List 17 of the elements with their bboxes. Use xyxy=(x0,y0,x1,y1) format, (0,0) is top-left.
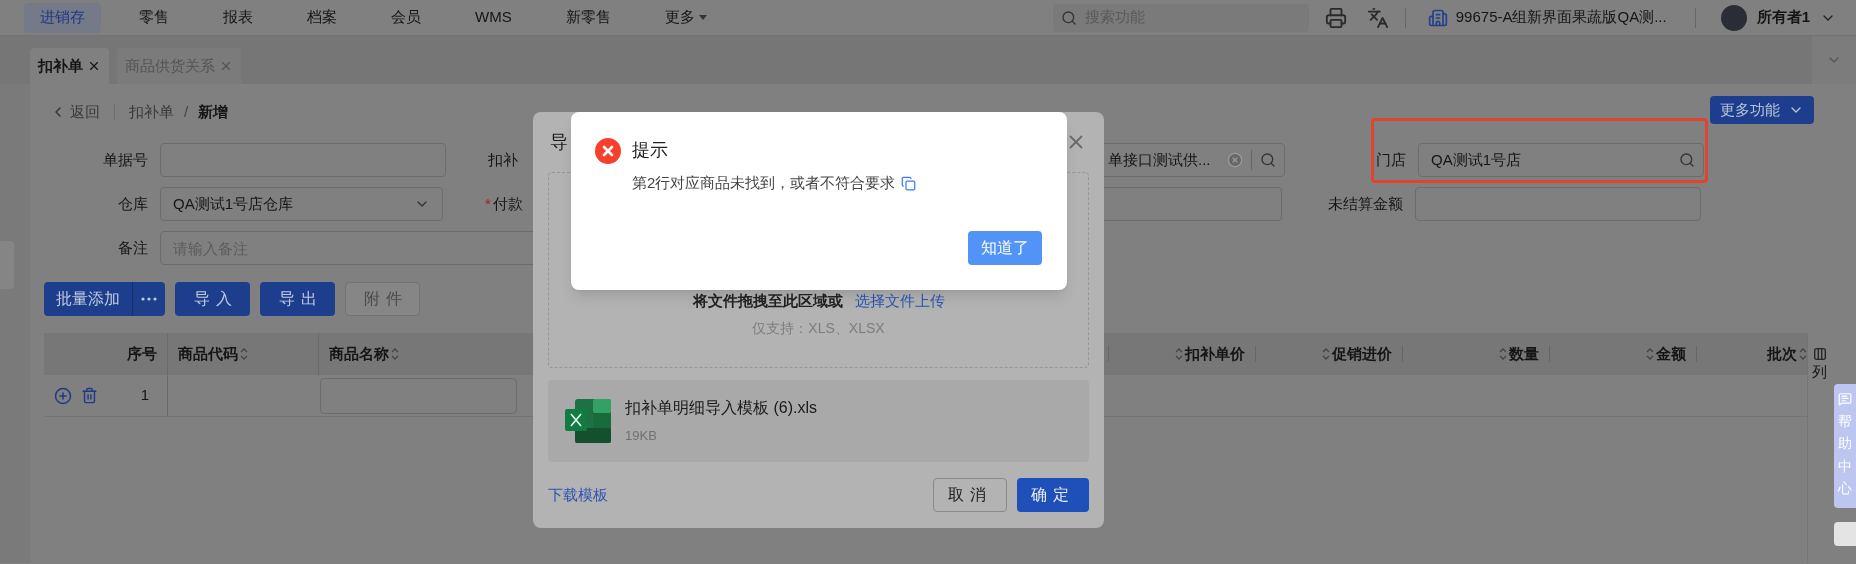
dialog-title: 导 xyxy=(550,130,568,154)
field-label: 备注 xyxy=(118,237,148,258)
alert-title: 提示 xyxy=(632,139,668,162)
field-label: 扣补 xyxy=(488,149,518,170)
field-label: *付款 xyxy=(485,193,523,214)
field-label: 仓库 xyxy=(118,193,148,214)
file-name: 扣补单明细导入模板 (6).xls xyxy=(625,398,817,419)
column-header: 序号 xyxy=(126,343,157,364)
field-label: 单据号 xyxy=(103,149,148,170)
drop-text: 将文件拖拽至此区域或 xyxy=(692,290,843,311)
breadcrumb-item: 新增 xyxy=(198,101,229,122)
file-size: 19KB xyxy=(625,427,658,446)
alert-message: 第2行对应商品未找到，或者不符合要求 xyxy=(632,173,896,193)
field-label: 门店 xyxy=(1376,149,1406,170)
breadcrumb-separator: / xyxy=(184,101,189,122)
field-label: 未结算金额 xyxy=(1328,193,1403,214)
row-number: 1 xyxy=(140,385,150,406)
